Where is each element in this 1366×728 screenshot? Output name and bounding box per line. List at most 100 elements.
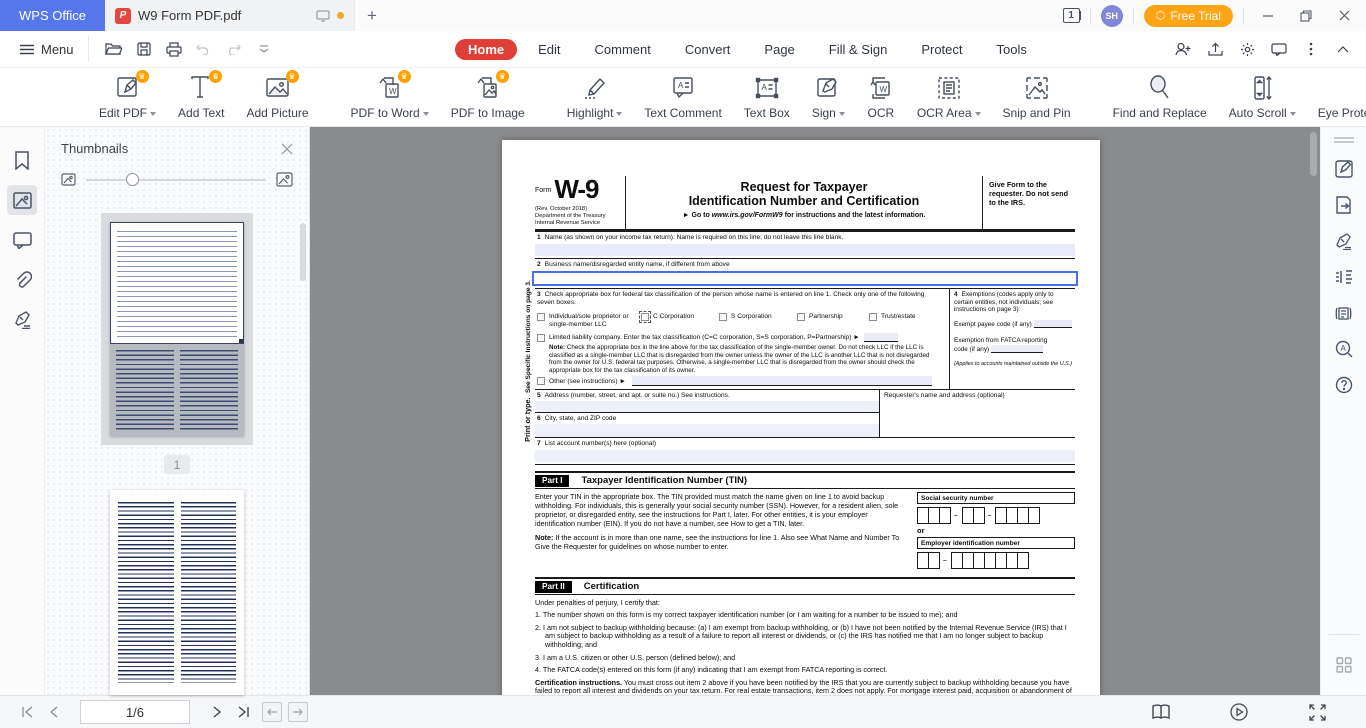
view-back-button[interactable]: [262, 702, 282, 722]
document-viewer[interactable]: FormW-9 (Rev. October 2018) Department o…: [310, 127, 1320, 695]
checkbox-llc[interactable]: [537, 334, 545, 342]
document-scrollbar[interactable]: [1310, 132, 1317, 176]
checkbox-c-corporation[interactable]: [641, 313, 649, 321]
ssn-box[interactable]: [973, 507, 985, 524]
page-layout-button[interactable]: [1328, 259, 1360, 295]
name-field[interactable]: [535, 244, 1075, 256]
add-text-button[interactable]: ♛ Add Text: [167, 74, 235, 120]
close-panel-icon[interactable]: [281, 143, 293, 155]
checkbox-trust-estate[interactable]: [869, 313, 877, 321]
text-box-button[interactable]: A Text Box: [733, 74, 801, 120]
ocr-button[interactable]: W OCR: [856, 74, 906, 120]
tab-convert[interactable]: Convert: [672, 39, 744, 60]
redo-button[interactable]: [221, 36, 247, 62]
thumbnails-scrollbar[interactable]: [300, 223, 306, 281]
slider-knob[interactable]: [126, 173, 139, 186]
requester-box[interactable]: Requester's name and address (optional): [879, 390, 1075, 437]
address-field[interactable]: [535, 401, 879, 412]
checkbox-individual[interactable]: [537, 313, 545, 321]
text-comment-button[interactable]: A Text Comment: [633, 74, 732, 120]
tab-tools[interactable]: Tools: [984, 39, 1040, 60]
ocr-area-button[interactable]: OCR Area: [906, 74, 992, 120]
more-options-icon[interactable]: [1298, 36, 1324, 62]
viewport-indicator[interactable]: [110, 222, 244, 344]
close-button[interactable]: [1330, 4, 1358, 28]
page-thumbnail-1-selected[interactable]: [101, 213, 253, 445]
checkbox-other[interactable]: [537, 377, 545, 385]
other-field[interactable]: [632, 376, 932, 386]
signature-tool-button[interactable]: [1328, 223, 1360, 259]
fullscreen-button[interactable]: [1304, 700, 1330, 724]
edit-pdf-button[interactable]: ♛ Edit PDF: [88, 74, 167, 120]
thumbnail-size-slider[interactable]: [86, 179, 266, 181]
attachments-panel-button[interactable]: [7, 265, 37, 295]
collapse-ribbon-icon[interactable]: [1330, 36, 1356, 62]
save-button[interactable]: [131, 36, 157, 62]
tab-protect[interactable]: Protect: [908, 39, 975, 60]
add-picture-button[interactable]: ♛ Add Picture: [236, 74, 320, 120]
settings-gear-icon[interactable]: [1234, 36, 1260, 62]
find-and-replace-button[interactable]: Find and Replace: [1102, 74, 1218, 120]
panel-drag-handle[interactable]: [1334, 137, 1354, 143]
tab-edit[interactable]: Edit: [525, 39, 573, 60]
minimize-button[interactable]: [1254, 4, 1282, 28]
eye-protection-mode-button[interactable]: Eye Protection Mode: [1307, 74, 1366, 120]
first-page-button[interactable]: [14, 700, 40, 724]
quick-access-more-button[interactable]: [251, 36, 277, 62]
more-panels-button[interactable]: [1328, 647, 1360, 683]
checkbox-s-corporation[interactable]: [719, 313, 727, 321]
comments-panel-button[interactable]: [7, 225, 37, 255]
snip-and-pin-button[interactable]: Snip and Pin: [992, 74, 1082, 120]
help-button[interactable]: [1328, 367, 1360, 403]
print-button[interactable]: [161, 36, 187, 62]
ein-box[interactable]: [928, 552, 940, 569]
monitor-icon[interactable]: [316, 10, 330, 22]
avatar[interactable]: SH: [1101, 5, 1123, 27]
read-mode-button[interactable]: [1148, 700, 1174, 724]
page-thumbnail-2[interactable]: [110, 490, 244, 695]
city-state-zip-field[interactable]: [535, 424, 879, 437]
tab-page[interactable]: Page: [751, 39, 807, 60]
pdf-to-image-button[interactable]: ♛ PDF to Image: [440, 74, 536, 120]
sign-button[interactable]: Sign: [801, 74, 856, 120]
tab-home[interactable]: Home: [455, 39, 517, 60]
play-presentation-button[interactable]: [1226, 700, 1252, 724]
free-trial-button[interactable]: ⬡ Free Trial: [1144, 5, 1233, 27]
ein-box[interactable]: [1017, 552, 1029, 569]
checkbox-partnership[interactable]: [797, 313, 805, 321]
share-icon[interactable]: [1202, 36, 1228, 62]
new-tab-button[interactable]: +: [355, 0, 389, 31]
thumbnails-panel-button[interactable]: [7, 185, 37, 215]
window-manager-icon[interactable]: 1: [1063, 8, 1080, 23]
fatca-code-field[interactable]: [991, 345, 1043, 353]
menu-button[interactable]: Menu: [0, 42, 88, 57]
feedback-comment-icon[interactable]: [1266, 36, 1292, 62]
auto-scroll-button[interactable]: Auto Scroll: [1218, 74, 1307, 120]
page-indicator-input[interactable]: [80, 700, 190, 724]
search-text-button[interactable]: A: [1328, 331, 1360, 367]
signatures-panel-button[interactable]: [7, 305, 37, 335]
tab-fill-and-sign[interactable]: Fill & Sign: [816, 39, 901, 60]
undo-button[interactable]: [191, 36, 217, 62]
export-page-button[interactable]: [1328, 187, 1360, 223]
share-user-button[interactable]: [1170, 36, 1196, 62]
business-name-field-active[interactable]: [532, 271, 1078, 286]
exempt-payee-field[interactable]: [1034, 320, 1072, 328]
wps-office-home-tab[interactable]: WPS Office: [0, 0, 105, 31]
highlight-button[interactable]: Highlight: [556, 74, 634, 120]
previous-page-button[interactable]: [40, 700, 66, 724]
tab-comment[interactable]: Comment: [582, 39, 664, 60]
annotate-tool-button[interactable]: [1328, 151, 1360, 187]
document-tab[interactable]: P W9 Form PDF.pdf: [105, 0, 355, 31]
last-page-button[interactable]: [230, 700, 256, 724]
ssn-box[interactable]: [939, 507, 951, 524]
llc-classification-field[interactable]: [864, 333, 898, 342]
view-forward-button[interactable]: [288, 702, 308, 722]
account-numbers-field[interactable]: [535, 450, 1075, 462]
pdf-to-word-button[interactable]: W ♛ PDF to Word: [340, 74, 440, 120]
ssn-box[interactable]: [1028, 507, 1040, 524]
next-page-button[interactable]: [204, 700, 230, 724]
restore-button[interactable]: [1292, 4, 1320, 28]
bookmarks-panel-button[interactable]: [7, 145, 37, 175]
reading-mode-button[interactable]: [1328, 295, 1360, 331]
